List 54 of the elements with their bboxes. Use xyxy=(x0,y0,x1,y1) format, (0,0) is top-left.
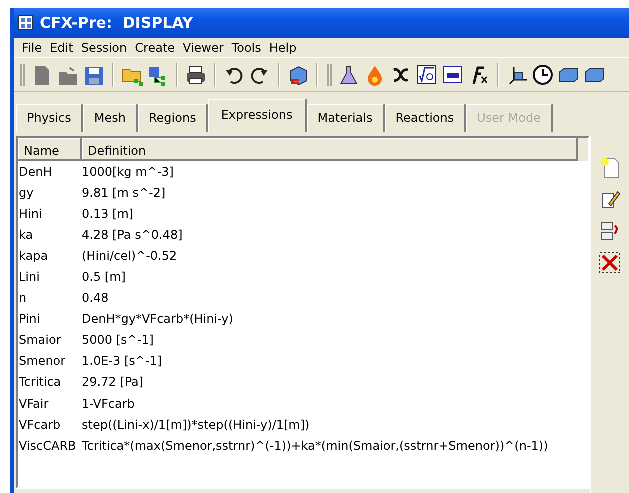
table-cell-text: (Hini/cel)^-0.52 xyxy=(82,248,178,265)
table-cell-text: 0.48 xyxy=(82,290,109,308)
toolbar-handle[interactable] xyxy=(327,64,332,86)
tab[interactable]: Mesh xyxy=(83,104,138,132)
table-cell-text: 0.5 [m] xyxy=(82,269,126,286)
tab[interactable]: Expressions xyxy=(208,99,307,132)
menu-item[interactable]: Create xyxy=(131,38,180,56)
table-cell-text: 29.72 [Pa] xyxy=(82,374,144,392)
tab[interactable]: Regions xyxy=(138,104,208,132)
table-cell-text: 1000[kg m^-3] xyxy=(82,164,174,181)
table-cell-text: Lini xyxy=(18,269,41,286)
column-header[interactable]: Definition xyxy=(82,138,578,161)
table-cell-text: 9.81 [m s^-2] xyxy=(82,184,166,202)
column-header[interactable]: Name xyxy=(18,138,82,161)
table-cell-text: step((Lini-x)/1[m])*step((Hini-y)/1[m]) xyxy=(82,416,310,434)
table-cell-text: 4.28 [Pa s^0.48] xyxy=(82,226,183,244)
menu-item[interactable]: Tools xyxy=(228,38,266,56)
menu-item[interactable]: File xyxy=(18,38,46,56)
table-cell-text: kapa xyxy=(18,248,50,265)
clock-icon[interactable] xyxy=(532,64,554,86)
tab[interactable]: Materials xyxy=(306,104,385,132)
table-cell-text: 0.13 [m] xyxy=(82,206,134,223)
table-cell-text: Smenor xyxy=(18,353,67,370)
table-cell-text: 1.0E-3 [s^-1] xyxy=(82,353,162,370)
table-cell-text: ViscCARB xyxy=(18,438,78,455)
table-cell-text: Hini xyxy=(18,206,44,223)
window-title: CFX-Pre: DISPLAY xyxy=(40,12,194,34)
table-cell-text: DenH xyxy=(18,164,54,181)
tab[interactable]: Reactions xyxy=(384,104,466,132)
copy-icon[interactable] xyxy=(599,220,621,242)
printer-icon[interactable] xyxy=(185,64,207,86)
flask-icon[interactable] xyxy=(338,64,360,86)
table-cell-text: DenH*gy*VFcarb*(Hini-y) xyxy=(82,311,234,328)
app-icon xyxy=(18,15,34,31)
table-cell-text: Pini xyxy=(18,311,42,328)
menu-item[interactable]: Edit xyxy=(46,38,78,56)
menu-item[interactable]: Session xyxy=(77,38,132,56)
menu-item[interactable]: Help xyxy=(265,38,301,56)
menu-item[interactable]: Viewer xyxy=(179,38,228,56)
tab[interactable]: Physics xyxy=(16,104,84,132)
new-document-icon[interactable] xyxy=(599,156,621,178)
table-cell-text: gy xyxy=(18,184,35,202)
table-cell-text: Smaior xyxy=(18,332,62,350)
table-cell-text: Tcritica xyxy=(18,374,62,392)
table-cell-text: Tcritica*(max(Smenor,sstrnr)^(-1))+ka*(min(Smaior,(sstrnr+Smenor))^(n-1)) xyxy=(82,438,548,455)
table-cell-text: VFair xyxy=(18,396,50,413)
table-cell-text: 1-VFcarb xyxy=(82,396,135,413)
table-cell-text: ka xyxy=(18,226,34,244)
table-cell-text: VFcarb xyxy=(18,416,62,434)
formula-icon[interactable] xyxy=(416,64,438,86)
toolbar-handle[interactable] xyxy=(20,64,25,86)
delete-icon[interactable] xyxy=(599,252,621,274)
table-cell-text: n xyxy=(18,290,28,308)
table-cell-text: 5000 [s^-1] xyxy=(82,332,154,350)
